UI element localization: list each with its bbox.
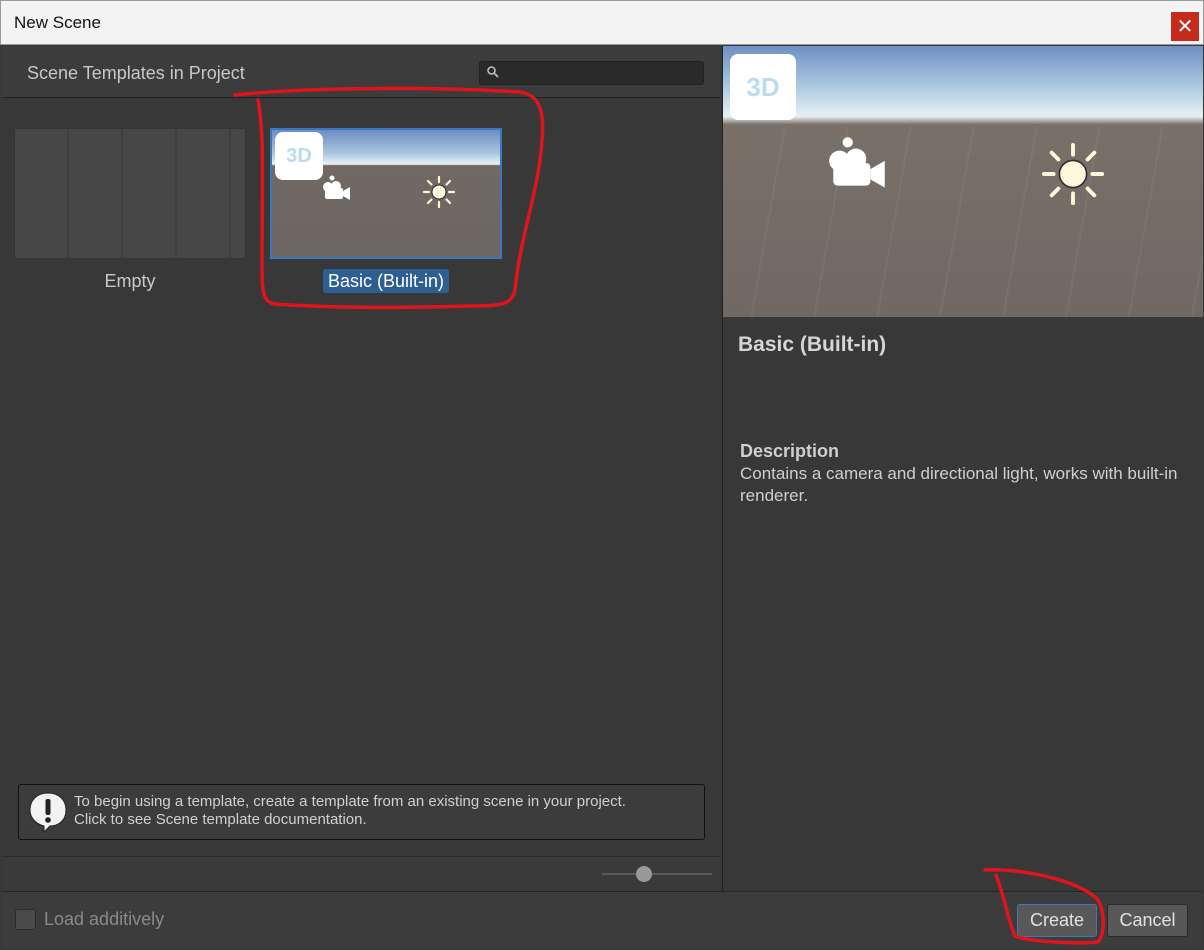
camera-icon: [829, 137, 885, 188]
close-icon: ✕: [1176, 16, 1194, 38]
preview-title: Basic (Built-in): [738, 333, 887, 356]
window-title: New Scene: [14, 13, 101, 32]
preview-panel: 3D Basic (Built-in) Description Contains…: [722, 46, 1203, 891]
template-card-basic[interactable]: 3D Basic (Built-in): [270, 128, 502, 293]
camera-icon: [323, 175, 350, 200]
3d-badge-icon: 3D: [730, 54, 796, 120]
3d-badge-icon: 3D: [275, 132, 323, 180]
help-message-line-2: Click to see Scene template documentatio…: [74, 811, 367, 828]
templates-header: Scene Templates in Project: [2, 46, 720, 98]
load-additively-checkbox[interactable]: [15, 909, 36, 930]
zoom-slider-track[interactable]: [602, 873, 712, 875]
cancel-button[interactable]: Cancel: [1107, 904, 1188, 937]
template-thumbnail-basic[interactable]: 3D: [270, 128, 502, 259]
template-label-empty: Empty: [104, 271, 156, 291]
directional-light-icon: [422, 175, 456, 209]
zoom-slider-bar: [2, 856, 720, 891]
templates-panel: Scene Templates in Project Empty 3D Basi…: [2, 46, 720, 891]
template-preview-image: 3D: [723, 46, 1203, 317]
description-heading: Description: [740, 441, 840, 461]
template-search-input[interactable]: [479, 61, 704, 85]
title-bar: New Scene ✕: [0, 0, 1204, 45]
template-help-message[interactable]: To begin using a template, create a temp…: [18, 784, 705, 840]
template-thumbnail-empty[interactable]: [14, 128, 246, 259]
dialog-footer: Load additively Create Cancel: [2, 891, 1202, 948]
templates-header-label: Scene Templates in Project: [27, 63, 245, 83]
create-button[interactable]: Create: [1017, 904, 1097, 937]
zoom-slider-handle[interactable]: [635, 866, 652, 882]
template-label-basic: Basic (Built-in): [322, 269, 450, 293]
load-additively-label: Load additively: [44, 909, 165, 929]
warning-icon: [29, 792, 67, 833]
help-message-line-1: To begin using a template, create a temp…: [74, 793, 626, 810]
template-card-empty[interactable]: Empty: [14, 128, 246, 292]
close-button[interactable]: ✕: [1171, 12, 1199, 41]
description-text: Contains a camera and directional light,…: [740, 464, 1178, 505]
search-icon: [487, 66, 499, 78]
directional-light-icon: [1041, 142, 1105, 206]
